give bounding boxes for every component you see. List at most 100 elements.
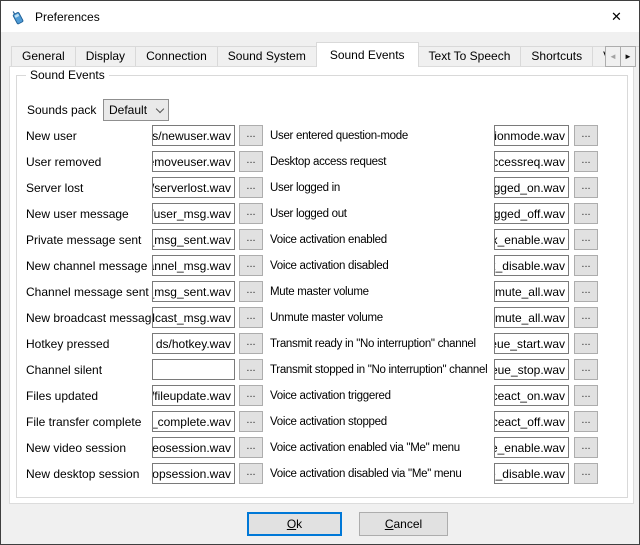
browse-button[interactable]: ... [574,177,598,198]
sound-event-row: Voice activation stopped iceact_off.wav … [270,411,598,432]
browse-button[interactable]: ... [574,385,598,406]
browse-button[interactable]: ... [574,125,598,146]
arrow-left-icon: ◄ [609,52,617,61]
close-button[interactable]: ✕ [594,1,639,32]
tab-display[interactable]: Display [75,46,136,66]
sound-file-input[interactable]: deosession.wav [152,437,235,458]
sound-file-input[interactable]: /fileupdate.wav [152,385,235,406]
arrow-right-icon: ► [624,52,632,61]
tab-scroll-left-button[interactable]: ◄ [605,46,621,67]
browse-button[interactable]: ... [239,385,263,406]
browse-button[interactable]: ... [574,463,598,484]
sound-event-label: Hotkey pressed [26,337,152,351]
browse-button[interactable]: ... [574,411,598,432]
sound-file-input[interactable]: ds/hotkey.wav [152,333,235,354]
browse-button[interactable]: ... [574,359,598,380]
sound-event-label: New channel message [26,259,152,273]
sound-file-input[interactable]: iceact_off.wav [494,411,569,432]
sound-event-label: New user [26,129,152,143]
sound-file-input[interactable] [152,359,235,380]
sound-file-input[interactable]: ueue_stop.wav [494,359,569,380]
sound-file-input[interactable]: accessreq.wav [494,151,569,172]
browse-button[interactable]: ... [239,255,263,276]
sound-file-input[interactable]: ogged_off.wav [494,203,569,224]
sound-file-input[interactable]: ox_enable.wav [494,229,569,250]
sound-event-row: New channel message annel_msg.wav ... [26,255,263,276]
sound-event-row: File transfer complete _complete.wav ... [26,411,263,432]
browse-button[interactable]: ... [239,411,263,432]
sound-file-input[interactable]: /serverlost.wav [152,177,235,198]
chevron-down-icon [156,104,164,112]
sound-file-input[interactable]: unmute_all.wav [494,307,569,328]
sound-file-input[interactable]: logged_on.wav [494,177,569,198]
sound-event-label: Transmit ready in "No interruption" chan… [270,338,494,350]
sound-file-input[interactable]: annel_msg.wav [152,255,235,276]
sounds-pack-dropdown[interactable]: Default [103,99,169,121]
browse-button[interactable]: ... [574,229,598,250]
sound-event-row: Private message sent _msg_sent.wav ... [26,229,263,250]
browse-button[interactable]: ... [574,281,598,302]
browse-button[interactable]: ... [239,437,263,458]
sound-event-label: Voice activation stopped [270,416,494,428]
sound-event-label: File transfer complete [26,415,152,429]
tab-sound-system[interactable]: Sound System [217,46,317,66]
browse-button[interactable]: ... [239,463,263,484]
sound-event-row: Voice activation triggered oiceact_on.wa… [270,385,598,406]
sound-file-input[interactable]: _complete.wav [152,411,235,432]
sound-file-input[interactable]: oiceact_on.wav [494,385,569,406]
browse-button[interactable]: ... [239,151,263,172]
sound-event-label: Voice activation disabled via "Me" menu [270,468,494,480]
tab-general[interactable]: General [11,46,76,66]
tab-scroll-buttons: ◄ ► [606,46,636,67]
sound-file-input[interactable]: /user_msg.wav [152,203,235,224]
browse-button[interactable]: ... [574,255,598,276]
sound-event-row: New desktop session topsession.wav ... [26,463,263,484]
browse-button[interactable]: ... [574,203,598,224]
browse-button[interactable]: ... [574,333,598,354]
browse-button[interactable]: ... [574,151,598,172]
sound-events-page: Sound Events Sounds pack Default New use… [9,66,634,504]
cancel-button[interactable]: Cancel [359,512,448,536]
browse-button[interactable]: ... [239,307,263,328]
tab-connection[interactable]: Connection [135,46,218,66]
groupbox-legend: Sound Events [26,68,109,82]
sound-event-row: Server lost /serverlost.wav ... [26,177,263,198]
browse-button[interactable]: ... [239,229,263,250]
sound-event-row: Voice activation disabled ox_disable.wav… [270,255,598,276]
sound-event-label: Channel message sent [26,285,152,299]
sound-file-input[interactable]: ox_disable.wav [494,255,569,276]
sound-event-label: User logged in [270,182,494,194]
close-icon: ✕ [611,9,622,25]
sound-file-input[interactable]: stionmode.wav [494,125,569,146]
tab-text-to-speech[interactable]: Text To Speech [418,46,522,66]
browse-button[interactable]: ... [239,125,263,146]
sound-event-row: Mute master volume s/mute_all.wav ... [270,281,598,302]
sound-file-input[interactable]: topsession.wav [152,463,235,484]
browse-button[interactable]: ... [239,333,263,354]
browse-button[interactable]: ... [239,359,263,380]
tab-scroll-right-button[interactable]: ► [620,46,636,67]
ok-button[interactable]: Ok [247,512,342,536]
sound-file-input[interactable]: _msg_sent.wav [152,281,235,302]
sound-file-input[interactable]: emoveuser.wav [152,151,235,172]
sound-file-input[interactable]: ne_disable.wav [494,463,569,484]
sound-file-input[interactable]: s/newuser.wav [152,125,235,146]
tab-sound-events[interactable]: Sound Events [316,42,419,67]
window-title: Preferences [35,10,100,24]
sound-file-input[interactable]: dcast_msg.wav [152,307,235,328]
sound-event-label: Voice activation enabled via "Me" menu [270,442,494,454]
sound-event-row: User logged out ogged_off.wav ... [270,203,598,224]
sound-file-input[interactable]: ueue_start.wav [494,333,569,354]
browse-button[interactable]: ... [239,281,263,302]
title-bar: Preferences ✕ [1,1,639,32]
browse-button[interactable]: ... [574,437,598,458]
sound-file-input[interactable]: ne_enable.wav [494,437,569,458]
sound-file-input[interactable]: s/mute_all.wav [494,281,569,302]
sound-event-label: Files updated [26,389,152,403]
tab-shortcuts[interactable]: Shortcuts [520,46,593,66]
sound-file-input[interactable]: _msg_sent.wav [152,229,235,250]
browse-button[interactable]: ... [239,203,263,224]
browse-button[interactable]: ... [239,177,263,198]
sound-event-label: Transmit stopped in "No interruption" ch… [270,364,494,376]
browse-button[interactable]: ... [574,307,598,328]
